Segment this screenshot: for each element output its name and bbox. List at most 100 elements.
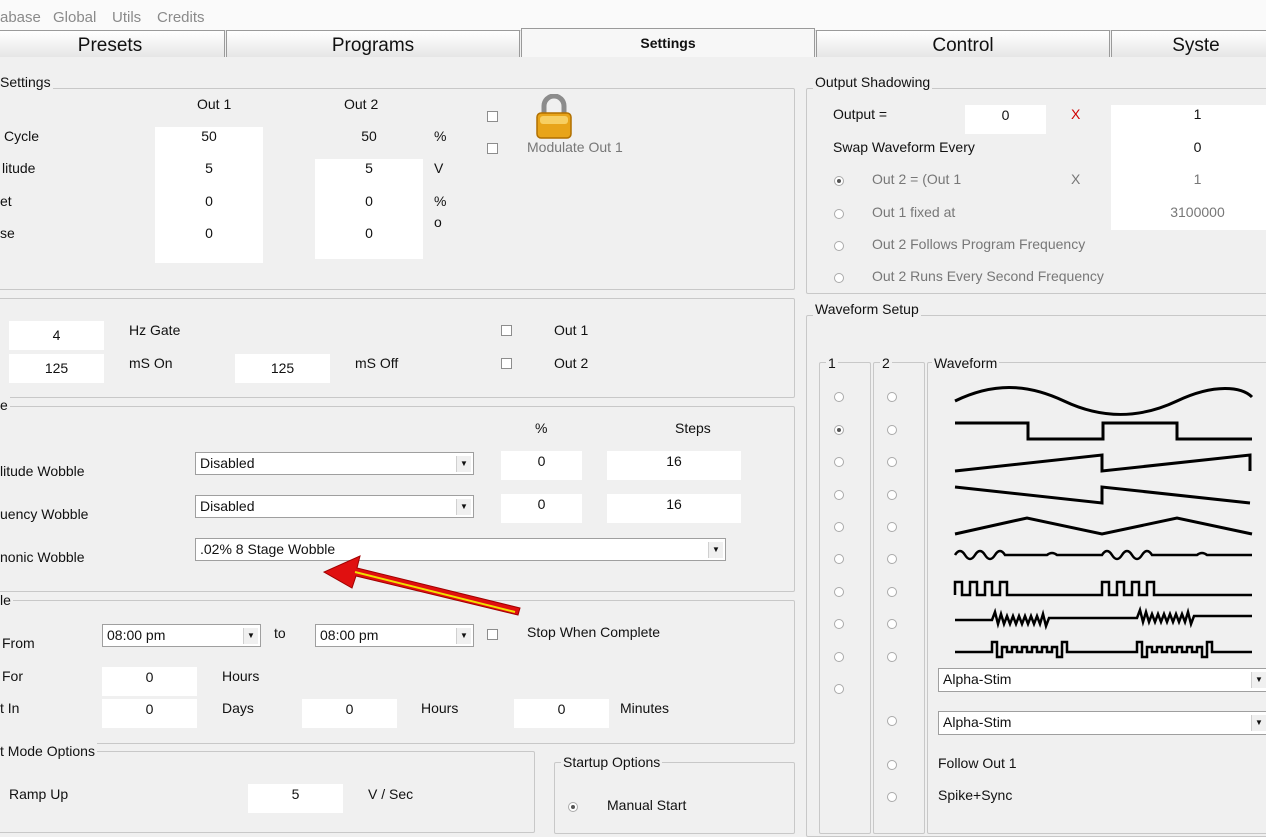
offset-out2[interactable]: 0 xyxy=(315,193,423,209)
ramp-up-label: Ramp Up xyxy=(9,786,69,802)
ramp-up-field[interactable]: 5 xyxy=(248,784,343,813)
out1-wave-radio-9[interactable] xyxy=(834,652,844,662)
out1-wave-radio-8[interactable] xyxy=(834,619,844,629)
start-in-hours-field[interactable]: 0 xyxy=(302,699,397,728)
cycle-out2[interactable]: 50 xyxy=(315,128,423,144)
menu-database[interactable]: abase xyxy=(0,9,41,26)
tab-control[interactable]: Control xyxy=(816,30,1110,57)
amplitude-wobble-percent[interactable]: 0 xyxy=(501,451,582,480)
offset-out1[interactable]: 0 xyxy=(155,193,263,209)
follow-out1-radio[interactable] xyxy=(887,760,897,770)
gate-out2-checkbox[interactable] xyxy=(501,358,512,369)
output-field[interactable]: 0 xyxy=(965,105,1046,134)
out2-custom-wave-select[interactable]: Alpha-Stim ▼ xyxy=(938,711,1266,735)
run-for-hours-label: Hours xyxy=(222,668,260,684)
manual-start-radio[interactable] xyxy=(568,802,578,812)
out1-wave-radio-1[interactable] xyxy=(834,392,844,402)
out2-wave-radio-1[interactable] xyxy=(887,392,897,402)
modulate-checkbox[interactable] xyxy=(487,143,498,154)
amplitude-out2[interactable]: 5 xyxy=(315,160,423,176)
out2-wave-radio-2[interactable] xyxy=(887,425,897,435)
phase-unit: o xyxy=(434,214,442,230)
out1-wave-radio-7[interactable] xyxy=(834,587,844,597)
to-label: to xyxy=(274,625,286,641)
from-time-select[interactable]: 08:00 pm ▼ xyxy=(102,624,261,647)
out1-radio-column xyxy=(819,362,871,834)
spike-burst-icon xyxy=(955,605,1252,631)
harmonic-wobble-label: nonic Wobble xyxy=(0,549,85,565)
amplitude-wobble-select[interactable]: Disabled ▼ xyxy=(195,452,474,475)
out2-wave-radio-3[interactable] xyxy=(887,457,897,467)
amplitude-wobble-steps[interactable]: 16 xyxy=(607,451,741,480)
phase-out1[interactable]: 0 xyxy=(155,225,263,241)
to-time-select[interactable]: 08:00 pm ▼ xyxy=(315,624,474,647)
gate-group xyxy=(0,298,795,398)
sine-wave-icon xyxy=(954,386,1254,416)
frequency-wobble-select[interactable]: Disabled ▼ xyxy=(195,495,474,518)
modulated-sine-icon xyxy=(953,549,1252,561)
out1-fixed-field[interactable]: 3100000 xyxy=(1111,204,1266,220)
multiplier-field[interactable]: 1 xyxy=(1111,106,1266,122)
frequency-wobble-steps[interactable]: 16 xyxy=(607,494,741,523)
tab-presets[interactable]: Presets xyxy=(0,30,225,57)
waveform-column-title: Waveform xyxy=(932,355,1000,371)
out1-wave-radio-4[interactable] xyxy=(834,490,844,500)
out2-wave-radio-8[interactable] xyxy=(887,619,897,629)
amplitude-out1[interactable]: 5 xyxy=(155,160,263,176)
hz-gate-field[interactable]: 4 xyxy=(9,321,104,350)
multiply-x-label: X xyxy=(1071,106,1081,122)
schedule-title: le xyxy=(0,592,13,608)
ms-on-label: mS On xyxy=(129,355,173,371)
run-for-label: For xyxy=(2,668,23,684)
frequency-wobble-percent[interactable]: 0 xyxy=(501,494,582,523)
out1-fixed-label: Out 1 fixed at xyxy=(872,204,956,220)
out1-custom-wave-select[interactable]: Alpha-Stim ▼ xyxy=(938,668,1266,692)
chevron-down-icon: ▼ xyxy=(1251,672,1266,688)
tab-system[interactable]: Syste xyxy=(1111,30,1266,57)
out1-wave-radio-3[interactable] xyxy=(834,457,844,467)
spike-sync-label: Spike+Sync xyxy=(938,787,1013,803)
out2-custom-radio[interactable] xyxy=(887,716,897,726)
gate-out1-checkbox[interactable] xyxy=(501,325,512,336)
out1-custom-radio[interactable] xyxy=(834,684,844,694)
run-for-hours-field[interactable]: 0 xyxy=(102,667,197,696)
out2-wave-radio-6[interactable] xyxy=(887,554,897,564)
menu-global[interactable]: Global xyxy=(53,9,96,26)
out2-wave-radio-9[interactable] xyxy=(887,652,897,662)
out2-wave-radio-5[interactable] xyxy=(887,522,897,532)
mode-options-title: t Mode Options xyxy=(0,743,97,759)
phase-out2[interactable]: 0 xyxy=(315,225,423,241)
out2-equals-radio[interactable] xyxy=(834,176,844,186)
start-in-days-field[interactable]: 0 xyxy=(102,699,197,728)
chevron-down-icon: ▼ xyxy=(1251,715,1266,731)
phase-label: se xyxy=(0,225,15,241)
ms-off-field[interactable]: 125 xyxy=(235,354,330,383)
wobble-percent-header: % xyxy=(535,420,548,436)
swap-waveform-field[interactable]: 0 xyxy=(1111,139,1266,155)
out2-wave-radio-7[interactable] xyxy=(887,587,897,597)
cycle-label: Cycle xyxy=(4,128,40,144)
start-in-minutes-field[interactable]: 0 xyxy=(514,699,609,728)
manual-start-label: Manual Start xyxy=(607,797,687,813)
stop-when-complete-checkbox[interactable] xyxy=(487,629,498,640)
out1-header: Out 1 xyxy=(197,96,232,112)
menu-credits[interactable]: Credits xyxy=(157,9,205,26)
menu-utils[interactable]: Utils xyxy=(112,9,141,26)
ms-on-field[interactable]: 125 xyxy=(9,354,104,383)
spike-sync-radio[interactable] xyxy=(887,792,897,802)
out2-multiplier-field[interactable]: 1 xyxy=(1111,171,1266,187)
tab-programs[interactable]: Programs xyxy=(226,30,520,57)
lock-checkbox[interactable] xyxy=(487,111,498,122)
tab-settings[interactable]: Settings xyxy=(521,28,815,57)
cycle-out1[interactable]: 50 xyxy=(155,128,263,144)
out1-fixed-radio[interactable] xyxy=(834,209,844,219)
out2-wave-radio-4[interactable] xyxy=(887,490,897,500)
sawtooth-up-icon xyxy=(954,453,1252,473)
out2-follows-radio[interactable] xyxy=(834,241,844,251)
chevron-down-icon: ▼ xyxy=(456,628,471,644)
out2-follows-label: Out 2 Follows Program Frequency xyxy=(872,236,1086,252)
out1-wave-radio-5[interactable] xyxy=(834,522,844,532)
out1-wave-radio-6[interactable] xyxy=(834,554,844,564)
out2-runs-radio[interactable] xyxy=(834,273,844,283)
out1-wave-radio-2[interactable] xyxy=(834,425,844,435)
